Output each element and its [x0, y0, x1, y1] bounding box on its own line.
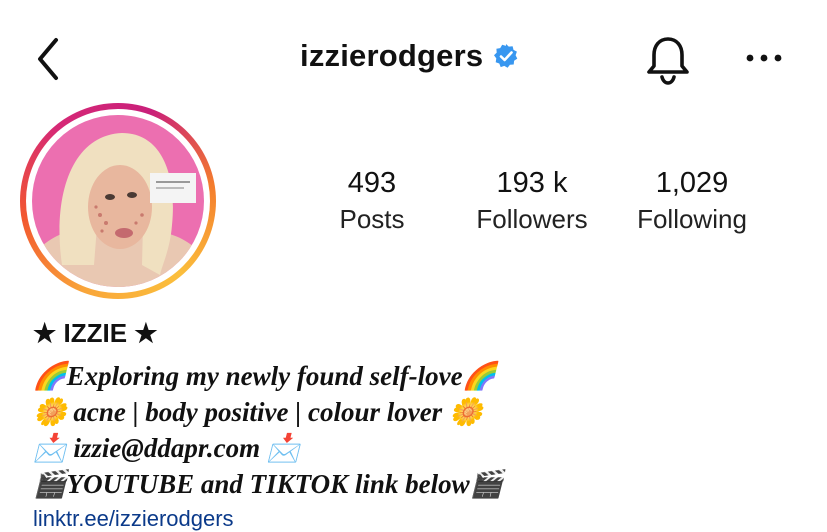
bio: 🌈Exploring my newly found self-love🌈 🌼 a…	[33, 358, 793, 502]
bell-icon[interactable]	[642, 34, 694, 86]
following-count: 1,029	[655, 167, 729, 199]
posts-count: 493	[347, 167, 397, 199]
bio-line: 🌼 acne | body positive | colour lover 🌼	[33, 397, 483, 427]
more-dots-icon[interactable]	[742, 46, 786, 70]
followers-stat[interactable]: 193 k Followers	[447, 166, 617, 236]
followers-label: Followers	[476, 204, 588, 234]
profile-name: ★ IZZIE ★	[33, 318, 158, 348]
avatar[interactable]	[32, 115, 204, 287]
bio-line: 📩 izzie@ddapr.com 📩	[33, 433, 301, 463]
following-label: Following	[637, 204, 747, 234]
posts-stat[interactable]: 493 Posts	[287, 166, 457, 236]
story-ring[interactable]	[20, 103, 216, 299]
posts-label: Posts	[339, 204, 405, 234]
back-chevron-icon[interactable]	[30, 34, 70, 84]
bio-link[interactable]: linktr.ee/izzierodgers	[33, 506, 234, 532]
following-stat[interactable]: 1,029 Following	[607, 166, 777, 236]
bio-line: 🌈Exploring my newly found self-love🌈	[33, 361, 497, 391]
verified-badge-icon	[494, 44, 518, 68]
username: izzierodgers	[300, 38, 484, 73]
bio-line: 🎬YOUTUBE and TIKTOK link below🎬	[33, 469, 504, 499]
username-title: izzierodgers	[300, 38, 519, 74]
followers-count: 193 k	[496, 167, 568, 199]
profile-header: izzierodgers	[0, 0, 827, 120]
